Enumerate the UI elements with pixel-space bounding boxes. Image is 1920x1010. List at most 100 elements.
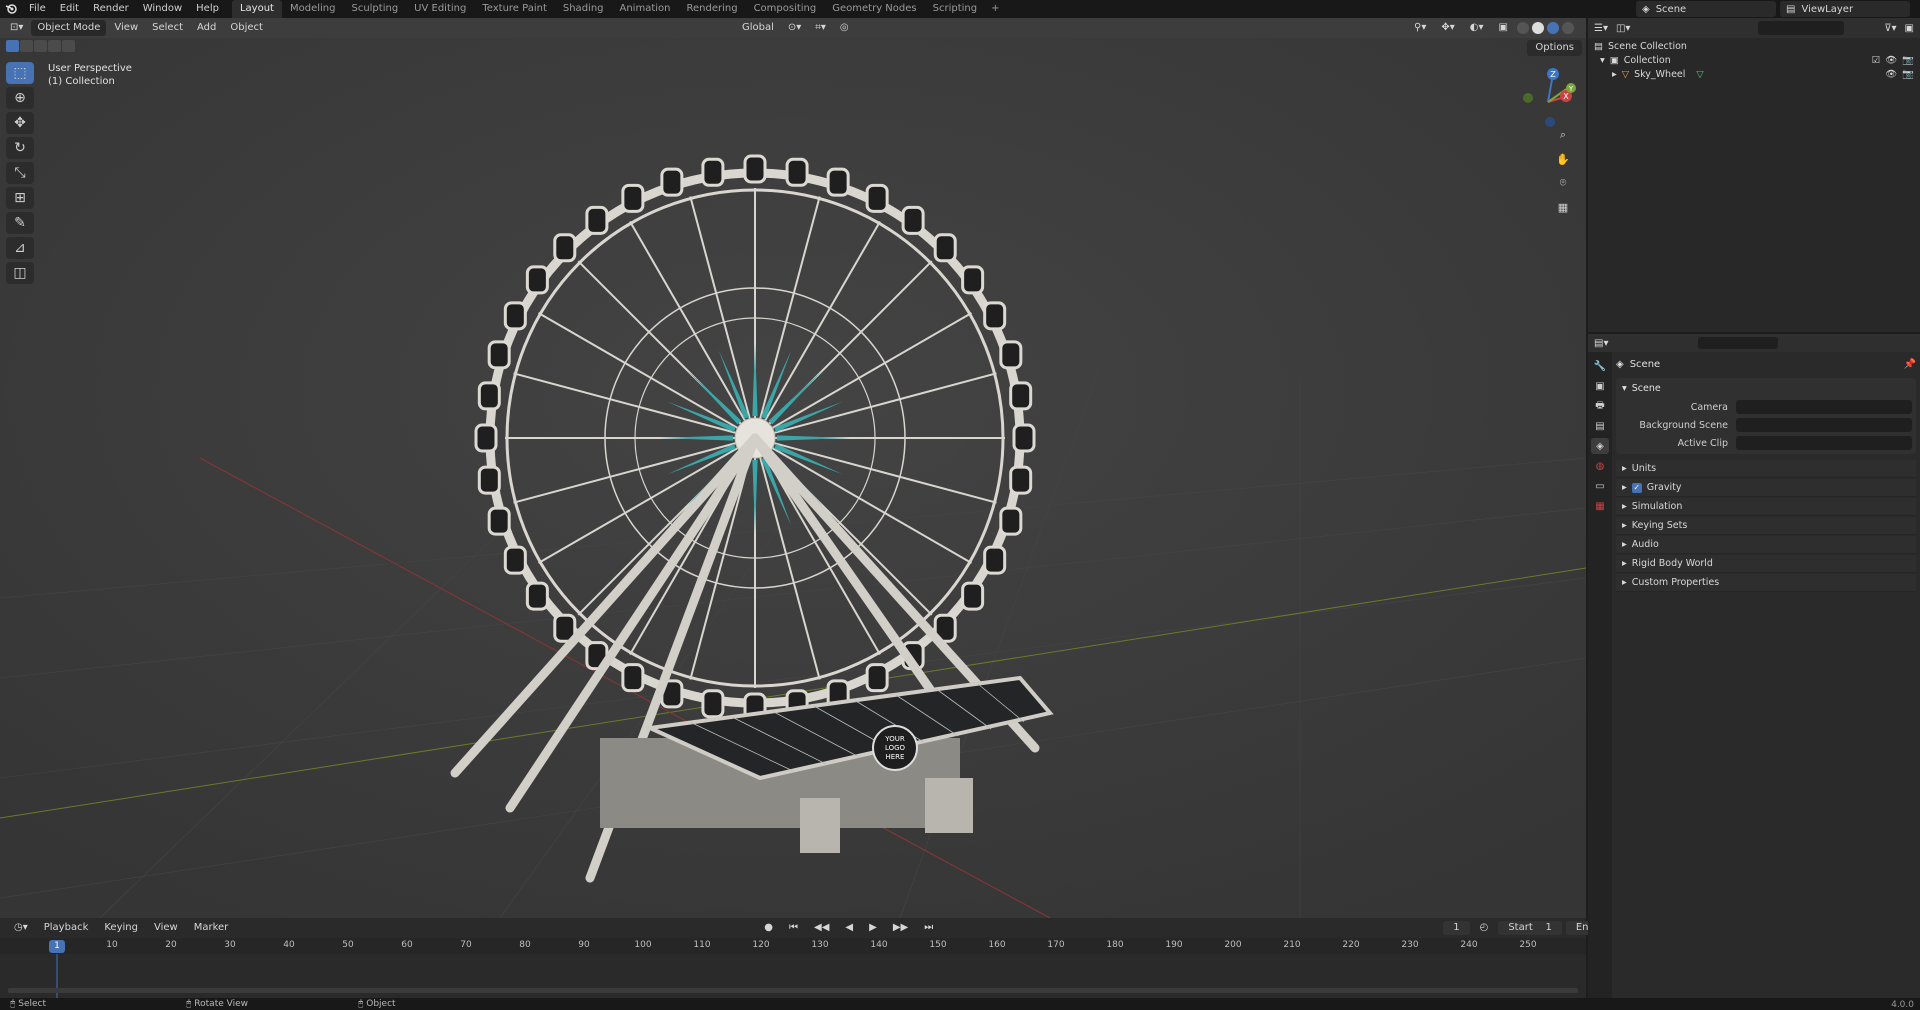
tab-rendering[interactable]: Rendering [678,0,745,18]
frame-cursor[interactable]: 1 [49,940,65,953]
rendered-shading-icon[interactable] [1562,22,1574,34]
menu-render[interactable]: Render [86,0,136,18]
collection-visibility-icon[interactable]: 👁 [1885,54,1897,68]
solid-shading-icon[interactable] [1532,22,1544,34]
collection-checkbox[interactable]: ☑ [1872,54,1881,68]
scale-icon[interactable]: ⤡ [6,162,34,184]
menu-help[interactable]: Help [189,0,226,18]
viewport-menu-view[interactable]: View [108,20,144,36]
zoom-icon[interactable]: ⌕ [1554,126,1572,144]
editor-type-button[interactable]: ⊡▾ [4,20,29,36]
add-cube-icon[interactable]: ◫ [6,262,34,284]
ortho-toggle-icon[interactable]: ▦ [1554,198,1572,216]
select-extend-icon[interactable] [20,40,33,52]
outliner-search-input[interactable] [1758,21,1845,35]
camera-field[interactable] [1736,400,1912,414]
object-visibility-icon[interactable]: 👁 [1885,68,1897,82]
scene-selector[interactable]: ◈ Scene [1636,1,1776,17]
options-button[interactable]: Options [1527,40,1582,56]
timeline-editor[interactable]: ◷▾ Playback Keying View Marker ● ⏮ ◀◀ ◀ … [0,918,1634,998]
jump-end-icon[interactable]: ⏭ [918,920,939,936]
viewport-menu-object[interactable]: Object [224,20,269,36]
tool-tab-icon[interactable]: 🔧 [1591,358,1609,374]
filter-icon[interactable]: ⊽▾ [1884,23,1896,34]
select-intersect-icon[interactable] [62,40,75,52]
gravity-checkbox[interactable]: ✓ [1631,482,1642,493]
record-icon[interactable]: ● [758,920,779,936]
move-icon[interactable]: ✥ [6,112,34,134]
timeline-tracks[interactable] [0,954,1586,998]
display-mode-icon[interactable]: ◫▾ [1616,23,1630,34]
next-keyframe-icon[interactable]: ▶▶ [887,920,914,936]
select-new-icon[interactable] [6,40,19,52]
outliner-editor-type-icon[interactable]: ☰▾ [1594,23,1608,34]
tab-geometry-nodes[interactable]: Geometry Nodes [824,0,924,18]
mode-selector[interactable]: Object Mode [31,20,107,36]
tab-scripting[interactable]: Scripting [925,0,985,18]
gravity-panel[interactable]: ▸ ✓ Gravity [1616,479,1916,497]
keying-sets-panel[interactable]: ▸ Keying Sets [1616,517,1916,535]
audio-panel[interactable]: ▸ Audio [1616,536,1916,554]
select-invert-icon[interactable] [48,40,61,52]
outliner-row-object[interactable]: ▸ ▽ Sky_Wheel ▽ 👁 📷 [1594,68,1914,82]
tab-compositing[interactable]: Compositing [746,0,825,18]
simulation-panel[interactable]: ▸ Simulation [1616,498,1916,516]
blender-logo-icon[interactable] [0,0,22,18]
object-render-icon[interactable]: 📷 [1902,68,1914,82]
current-frame-field[interactable]: 1 [1443,921,1470,935]
output-tab-icon[interactable]: 🖶 [1591,398,1609,414]
tab-uv-editing[interactable]: UV Editing [406,0,474,18]
outliner[interactable]: ☰▾ ◫▾ ⊽▾ ▣ ▤ Scene Collection ▾ ▣ Collec… [1588,18,1920,332]
play-icon[interactable]: ▶ [863,920,883,936]
collection-tab-icon[interactable]: ▭ [1591,478,1609,494]
timeline-editor-type-icon[interactable]: ◷▾ [8,920,34,936]
visibility-icon[interactable]: ⚲▾ [1408,20,1432,36]
properties-search-input[interactable] [1698,337,1779,349]
gizmo-toggle-icon[interactable]: ✥▾ [1435,20,1460,36]
timeline-menu-keying[interactable]: Keying [98,920,144,936]
timeline-menu-marker[interactable]: Marker [188,920,235,936]
menu-edit[interactable]: Edit [53,0,86,18]
orientation-selector[interactable]: Global [736,20,780,36]
add-workspace-icon[interactable]: + [985,0,1005,18]
timeline-ruler[interactable]: 1 10 20 30 40 50 60 70 80 90 100 110 120 130 140 150 16… [0,938,1586,954]
outliner-row-collection[interactable]: ▾ ▣ Collection ☑ 👁 📷 [1594,54,1914,68]
snap-icon[interactable]: ⌗▾ [809,20,832,36]
overlay-toggle-icon[interactable]: ◐▾ [1464,20,1490,36]
texture-tab-icon[interactable]: ▦ [1591,498,1609,514]
transform-icon[interactable]: ⊞ [6,187,34,209]
proportional-edit-icon[interactable]: ◎ [834,20,855,36]
custom-properties-panel[interactable]: ▸ Custom Properties [1616,574,1916,592]
world-tab-icon[interactable]: ◍ [1591,458,1609,474]
measure-icon[interactable]: ⊿ [6,237,34,259]
select-box-icon[interactable]: ⬚ [6,62,34,84]
properties-editor-type-icon[interactable]: ▤▾ [1594,338,1608,349]
material-shading-icon[interactable] [1547,22,1559,34]
viewport-canvas[interactable]: YOUR LOGO HERE [0,38,1587,919]
view-layer-selector[interactable]: ▤ ViewLayer [1780,1,1910,17]
cursor-icon[interactable]: ⊕ [6,87,34,109]
scene-panel-header[interactable]: ▾ Scene [1616,380,1916,398]
scene-tab-icon[interactable]: ◈ [1591,438,1609,454]
gizmo-neg-y[interactable] [1523,93,1533,103]
3d-viewport[interactable]: YOUR LOGO HERE ⊡▾ Object Mode View Selec… [0,18,1587,919]
select-subtract-icon[interactable] [34,40,47,52]
timeline-menu-playback[interactable]: Playback [38,920,95,936]
tab-sculpting[interactable]: Sculpting [343,0,406,18]
new-collection-icon[interactable]: ▣ [1905,23,1914,34]
wireframe-shading-icon[interactable] [1517,22,1529,34]
rigid-body-world-panel[interactable]: ▸ Rigid Body World [1616,555,1916,573]
camera-view-icon[interactable]: ⌾ [1554,174,1572,192]
properties-editor[interactable]: ▤▾ 🔧 ▣ 🖶 ▤ ◈ ◍ ▭ ▦ ◈ Scene 📌 ▾ Scene Cam… [1588,334,1920,998]
collection-render-icon[interactable]: 📷 [1902,54,1914,68]
pan-hand-icon[interactable]: ✋ [1554,150,1572,168]
tab-layout[interactable]: Layout [231,0,282,18]
play-reverse-icon[interactable]: ◀ [839,920,859,936]
jump-start-icon[interactable]: ⏮ [783,920,804,936]
expand-collection-icon[interactable]: ▾ [1600,54,1605,68]
annotate-icon[interactable]: ✎ [6,212,34,234]
prev-keyframe-icon[interactable]: ◀◀ [808,920,835,936]
viewport-menu-add[interactable]: Add [191,20,222,36]
background-scene-field[interactable] [1736,418,1912,432]
tab-animation[interactable]: Animation [612,0,679,18]
